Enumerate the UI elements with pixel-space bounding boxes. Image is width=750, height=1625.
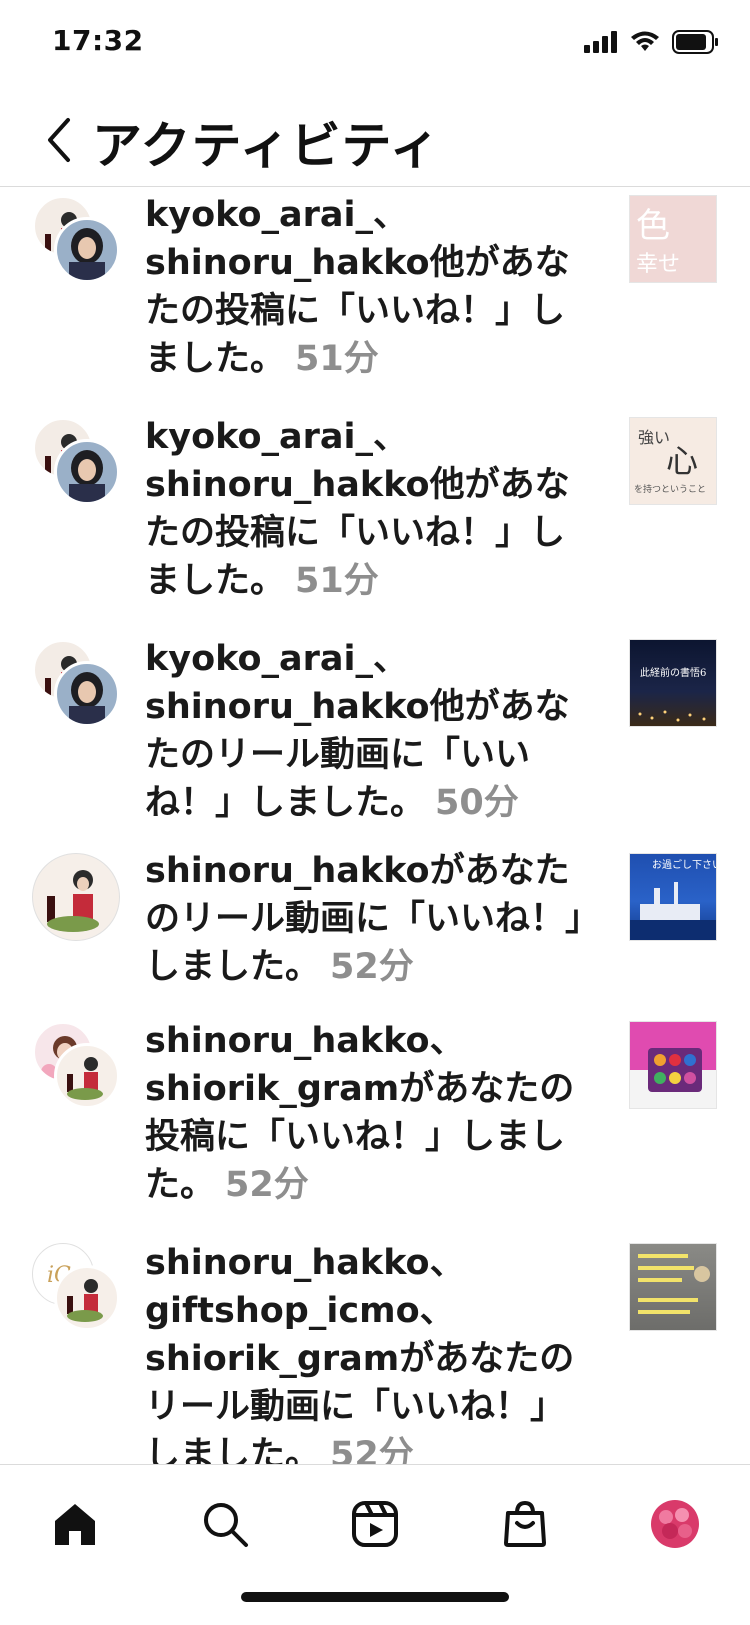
avatar[interactable] [54, 439, 120, 505]
thumbnail-caption: 心 [666, 442, 699, 480]
post-thumbnail[interactable] [629, 1243, 717, 1331]
thumbnail-caption: お過ごし下さい [652, 860, 717, 871]
avatar-stack[interactable] [32, 1021, 120, 1109]
back-button[interactable] [38, 110, 78, 170]
avatar[interactable] [54, 217, 120, 283]
notification-time: 51分 [295, 339, 379, 379]
avatar[interactable] [54, 1265, 120, 1331]
header: アクティビティ [0, 100, 750, 187]
notification-usernames[interactable]: shinoru_hakko [145, 851, 430, 891]
activity-feed[interactable]: kyoko_arai_、 shinoru_hakko他があなたの投稿に「いいね！… [0, 187, 750, 1464]
notification-usernames[interactable]: kyoko_arai_、 shinoru_hakko [145, 195, 430, 283]
home-indicator [241, 1592, 509, 1602]
notification-text: kyoko_arai_、 shinoru_hakko他があなたの投稿に「いいね！… [145, 191, 595, 383]
notification-text: shinoru_hakko、 giftshop_icmo、 shiorik_gr… [145, 1239, 595, 1464]
post-thumbnail[interactable]: お過ごし下さい [629, 853, 717, 941]
reels-icon [352, 1501, 398, 1547]
post-thumbnail[interactable]: 強い 心 を持つということ [629, 417, 717, 505]
avatar-stack[interactable]: iC [32, 1243, 120, 1331]
post-thumbnail[interactable]: 色 幸せ [629, 195, 717, 283]
profile-avatar [651, 1500, 699, 1548]
post-thumbnail[interactable] [629, 1021, 717, 1109]
status-time: 17:32 [52, 24, 144, 57]
avatar[interactable] [32, 853, 120, 941]
notification-text: shinoru_hakko、 shiorik_gramがあなたの投稿に「いいね！… [145, 1017, 595, 1209]
notification-time: 52分 [225, 1165, 309, 1205]
notification-row[interactable]: kyoko_arai_、 shinoru_hakko他があなたのリール動画に「い… [0, 631, 750, 851]
page-title: アクティビティ [92, 117, 441, 175]
notification-text: shinoru_hakkoがあなたのリール動画に「いいね！」しました。 52分 [145, 847, 595, 991]
search-icon [204, 1503, 248, 1547]
battery-icon [672, 30, 718, 54]
thumbnail-caption: を持つということ [634, 485, 707, 495]
notification-usernames[interactable]: kyoko_arai_、 shinoru_hakko [145, 639, 430, 727]
status-icons [584, 30, 720, 54]
avatar[interactable] [54, 661, 120, 727]
notification-time: 51分 [295, 561, 379, 601]
avatar-stack[interactable] [32, 195, 120, 283]
avatar[interactable] [54, 1043, 120, 1109]
notification-row[interactable]: iC shinoru_hakko、 giftshop_icmo、 shiorik… [0, 1243, 750, 1464]
tab-profile[interactable] [640, 1489, 710, 1559]
home-icon [55, 1504, 95, 1545]
status-bar: 17:32 [0, 0, 750, 90]
notification-row[interactable]: shinoru_hakkoがあなたのリール動画に「いいね！」しました。 52分 お… [0, 851, 750, 1023]
post-thumbnail[interactable]: 此経前の書悟6 [629, 639, 717, 727]
notification-row[interactable]: shinoru_hakko、 shiorik_gramがあなたの投稿に「いいね！… [0, 1021, 750, 1241]
avatar-stack[interactable] [32, 853, 120, 941]
thumbnail-caption: 色 [636, 206, 670, 246]
shop-icon [504, 1500, 546, 1547]
notification-row[interactable]: kyoko_arai_、 shinoru_hakko他があなたの投稿に「いいね！… [0, 409, 750, 629]
chevron-left-icon [48, 118, 70, 162]
tab-shop[interactable] [490, 1489, 560, 1559]
thumbnail-caption: 此経前の書悟6 [640, 668, 707, 679]
notification-time: 52分 [330, 947, 414, 987]
avatar-stack[interactable] [32, 417, 120, 505]
signal-icon [584, 31, 617, 53]
thumbnail-caption: 幸せ [636, 252, 681, 277]
notification-time: 50分 [435, 783, 519, 823]
tab-reels[interactable] [340, 1489, 410, 1559]
notification-time: 52分 [330, 1435, 414, 1464]
avatar-stack[interactable] [32, 639, 120, 727]
tab-search[interactable] [190, 1489, 260, 1559]
notification-usernames[interactable]: kyoko_arai_、 shinoru_hakko [145, 417, 430, 505]
wifi-icon [631, 31, 659, 51]
notification-row[interactable]: kyoko_arai_、 shinoru_hakko他があなたの投稿に「いいね！… [0, 187, 750, 407]
notification-text: kyoko_arai_、 shinoru_hakko他があなたのリール動画に「い… [145, 635, 595, 827]
tab-home[interactable] [40, 1489, 110, 1559]
notification-text: kyoko_arai_、 shinoru_hakko他があなたの投稿に「いいね！… [145, 413, 595, 605]
